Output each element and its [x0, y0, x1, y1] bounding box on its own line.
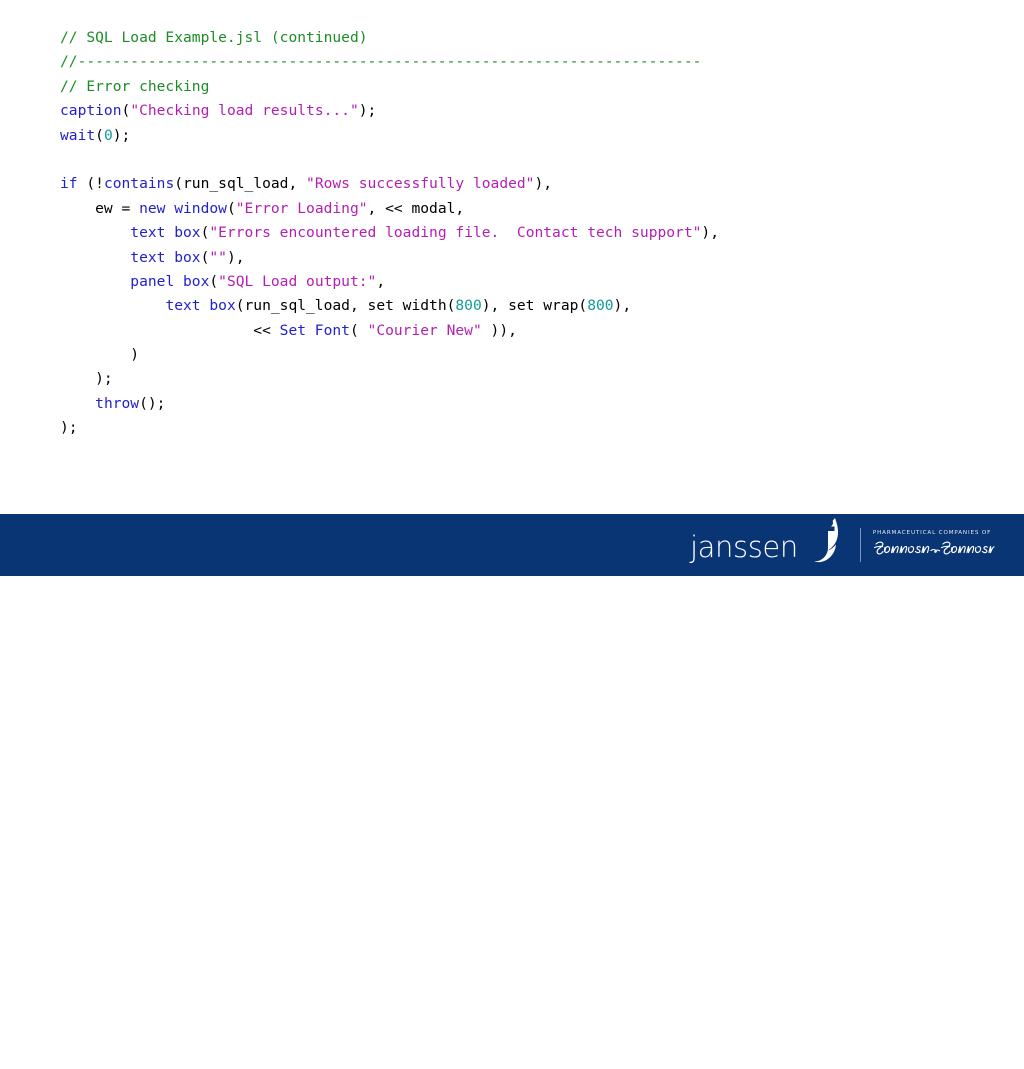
- code-token-kw: if: [60, 175, 78, 193]
- code-line: text box("Errors encountered loading fil…: [60, 221, 1000, 245]
- brand-divider: [859, 528, 861, 562]
- code-token-pln: [60, 297, 165, 314]
- code-token-pln: (: [226, 199, 236, 217]
- code-token-pln: (: [95, 126, 104, 144]
- code-token-pln: ),: [534, 175, 553, 193]
- code-token-kw: new window: [139, 199, 227, 217]
- code-line: if (!contains(run_sql_load, "Rows succes…: [60, 172, 1000, 196]
- code-line: // SQL Load Example.jsl (continued): [60, 26, 1000, 50]
- code-token-kw: throw: [95, 394, 140, 412]
- code-line: << Set Font( "Courier New" )),: [60, 319, 1000, 343]
- code-line: //--------------------------------------…: [60, 50, 1000, 74]
- code-token-str: "Rows successfully loaded": [306, 175, 535, 193]
- code-token-pln: [60, 224, 130, 241]
- brand-lockup: janssen PHARMACEUTICAL COMPANIES OF: [690, 514, 995, 576]
- code-line: throw();: [60, 392, 1000, 416]
- code-token-cmt: // SQL Load Example.jsl (continued): [60, 29, 368, 46]
- code-token-str: "Courier New": [367, 321, 482, 339]
- code-token-pln: );: [358, 102, 377, 120]
- code-line: ): [60, 343, 1000, 367]
- code-line: wait(0);: [60, 124, 1000, 148]
- code-token-pln: [60, 273, 130, 290]
- code-line: text box(run_sql_load, set width(800), s…: [60, 294, 1000, 318]
- code-token-cmt: // Error checking: [60, 77, 210, 95]
- code-token-pln: ), set wrap(: [481, 297, 588, 315]
- code-token-pln: );: [60, 370, 113, 388]
- code-token-cmt: //--------------------------------------…: [60, 53, 702, 71]
- code-token-pln: ),: [613, 297, 632, 315]
- code-line: // Error checking: [60, 75, 1000, 99]
- code-token-pln: (: [121, 102, 131, 120]
- code-token-str: "Error Loading": [235, 199, 368, 217]
- code-token-pln: (run_sql_load,: [174, 175, 307, 193]
- code-token-pln: (!: [77, 175, 104, 193]
- code-token-pln: ,: [376, 272, 386, 290]
- code-token-pln: ),: [701, 224, 719, 242]
- code-token-kw: Set Font: [279, 321, 350, 339]
- code-token-kw: panel box: [130, 272, 210, 290]
- code-token-num: 0: [103, 126, 113, 144]
- code-line: ew = new window("Error Loading", << moda…: [60, 197, 1000, 221]
- code-token-pln: );: [60, 419, 78, 437]
- code-token-num: 800: [587, 297, 614, 315]
- code-token-kw: text box: [165, 297, 236, 315]
- code-line: panel box("SQL Load output:",: [60, 270, 1000, 294]
- code-token-kw: caption: [60, 102, 122, 120]
- code-token-num: 800: [455, 297, 482, 315]
- janssen-swoosh-icon: [804, 516, 848, 568]
- code-token-pln: )),: [481, 321, 517, 339]
- jnj-kicker-text: PHARMACEUTICAL COMPANIES OF: [872, 530, 992, 536]
- code-line: );: [60, 367, 1000, 391]
- code-token-pln: ),: [226, 248, 245, 266]
- janssen-wordmark: janssen: [690, 529, 798, 564]
- code-token-str: "Errors encountered loading file. Contac…: [209, 224, 702, 242]
- code-token-pln: ();: [139, 394, 166, 412]
- code-token-pln: <<: [60, 321, 280, 339]
- code-token-str: "SQL Load output:": [218, 272, 377, 290]
- code-token-pln: ew =: [60, 199, 140, 217]
- code-token-str: "": [209, 248, 227, 266]
- code-token-pln: , << modal,: [367, 199, 465, 217]
- code-token-kw: wait: [60, 126, 96, 144]
- page-number: 28: [978, 1054, 996, 1069]
- code-line: );: [60, 416, 1000, 440]
- footer-bar: janssen PHARMACEUTICAL COMPANIES OF 28: [0, 514, 1024, 1069]
- jnj-script-logo: [873, 539, 995, 562]
- code-token-pln: [60, 395, 95, 412]
- code-token-kw: text box: [130, 224, 201, 242]
- code-token-pln: (: [209, 272, 219, 290]
- code-token-pln: (: [349, 321, 368, 339]
- code-token-str: "Checking load results...": [130, 102, 359, 120]
- code-token-pln: ): [60, 346, 140, 364]
- code-token-pln: );: [112, 126, 131, 144]
- code-token-pln: [60, 249, 130, 266]
- code-token-kw: text box: [130, 248, 201, 266]
- code-token-pln: (run_sql_load, set width(: [235, 297, 456, 315]
- code-token-kw: contains: [103, 175, 175, 193]
- code-line: caption("Checking load results...");: [60, 99, 1000, 123]
- code-listing: // SQL Load Example.jsl (continued) //---…: [60, 26, 1000, 441]
- code-line: text box(""),: [60, 246, 1000, 270]
- johnson-and-johnson-lockup: PHARMACEUTICAL COMPANIES OF: [873, 530, 995, 562]
